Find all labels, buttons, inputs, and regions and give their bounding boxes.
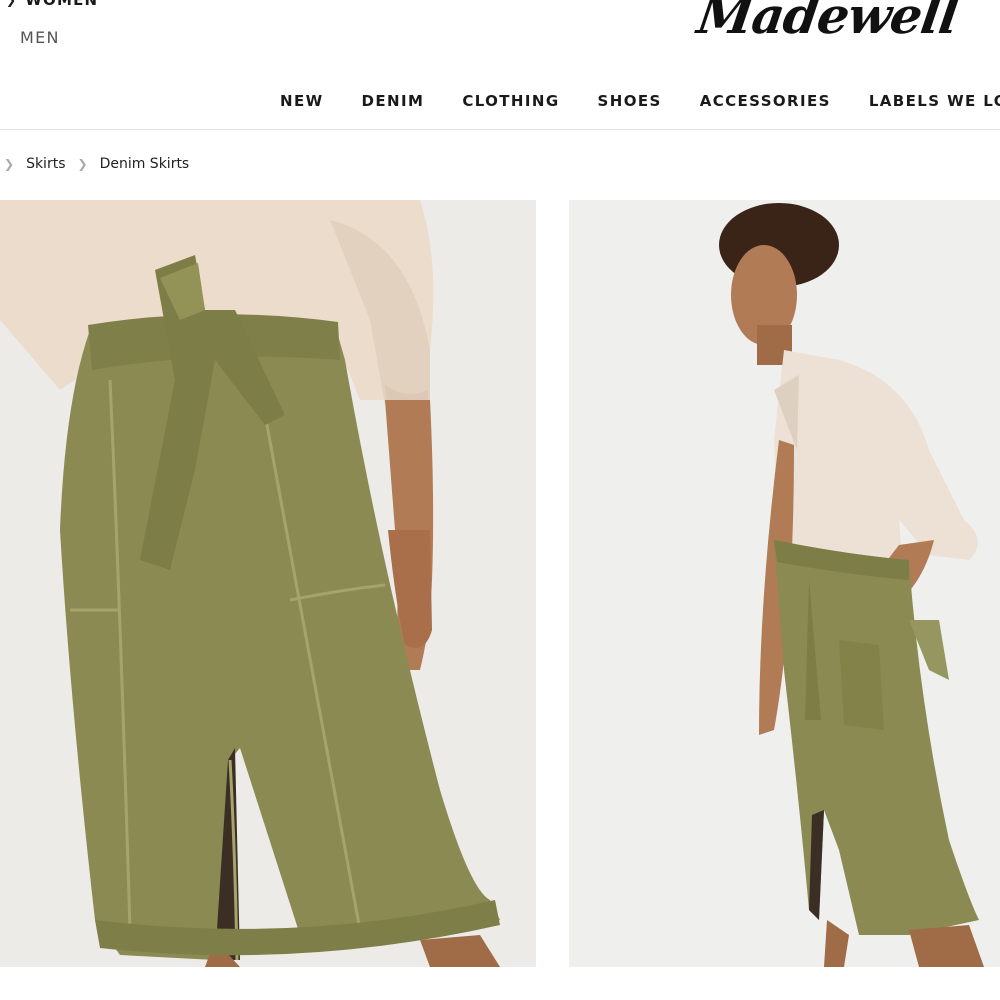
brand-logo[interactable]: Madewell <box>694 0 962 45</box>
gender-nav: ❯ WOMEN MEN <box>0 0 200 60</box>
skirt-closeup-illustration <box>0 200 536 967</box>
nav-item-shoes[interactable]: SHOES <box>598 92 662 110</box>
nav-item-clothing[interactable]: CLOTHING <box>462 92 559 110</box>
chevron-right-icon: ❯ <box>77 157 88 171</box>
breadcrumb-skirts[interactable]: Skirts <box>26 156 65 172</box>
gender-women-row[interactable]: ❯ WOMEN <box>6 0 98 9</box>
main-nav: NEW DENIM CLOTHING SHOES ACCESSORIES LAB… <box>280 92 1000 110</box>
product-image-closeup[interactable] <box>0 200 536 967</box>
chevron-right-icon: ❯ <box>4 157 15 171</box>
nav-item-labels-we-love[interactable]: LABELS WE LOVE <box>869 92 1000 110</box>
nav-item-accessories[interactable]: ACCESSORIES <box>700 92 831 110</box>
chevron-right-icon: ❯ <box>6 0 18 7</box>
model-illustration <box>569 200 1000 967</box>
breadcrumb: ❯ Skirts ❯ Denim Skirts <box>4 156 189 172</box>
gender-women-link[interactable]: WOMEN <box>25 0 98 9</box>
product-image-model[interactable] <box>569 200 1000 967</box>
nav-item-new[interactable]: NEW <box>280 92 324 110</box>
header-divider <box>0 129 1000 130</box>
gender-men-link[interactable]: MEN <box>20 28 60 47</box>
nav-item-denim[interactable]: DENIM <box>362 92 425 110</box>
breadcrumb-denim-skirts[interactable]: Denim Skirts <box>100 156 190 172</box>
